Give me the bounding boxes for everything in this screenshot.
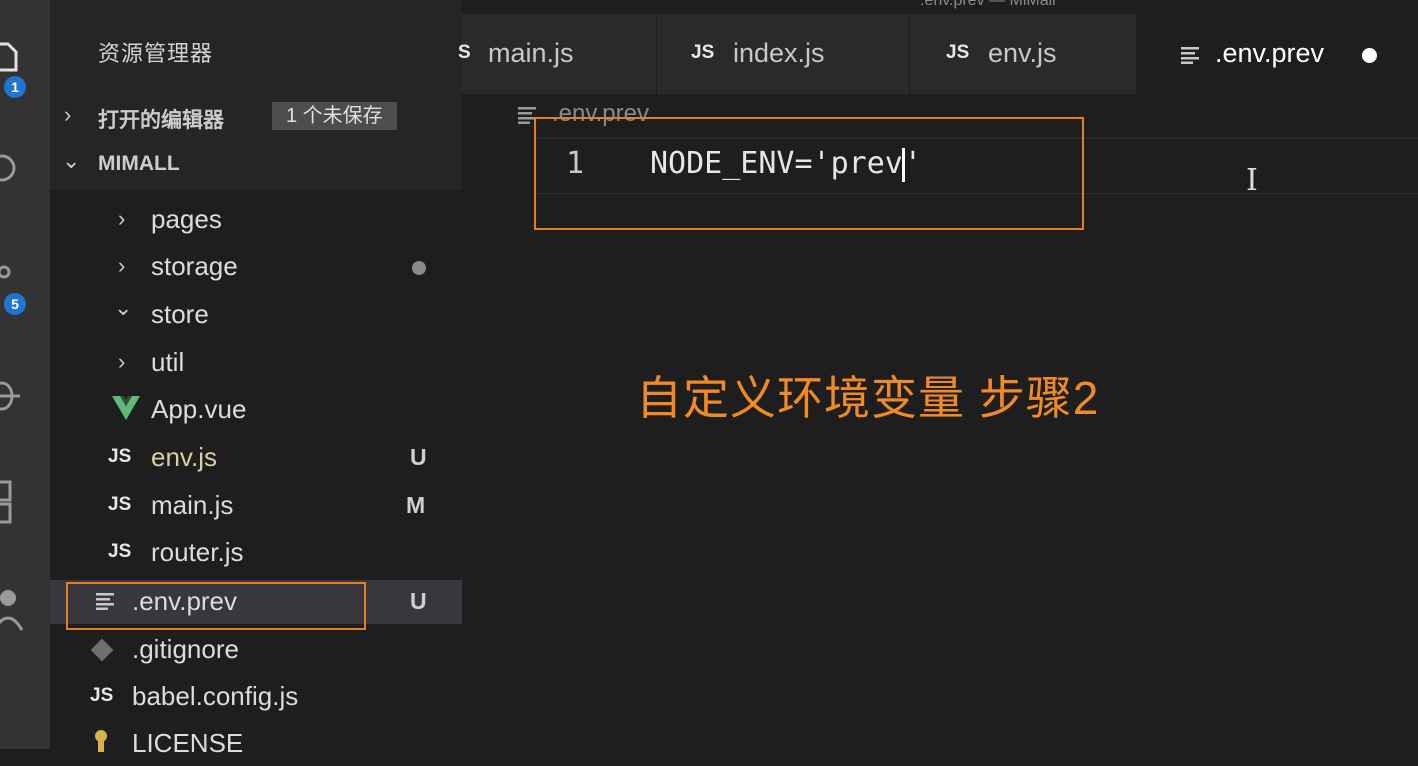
js-file-icon: JS (108, 446, 132, 467)
chevron-right-icon: › (64, 102, 72, 127)
tab-index-js[interactable]: JS index.js (657, 14, 910, 94)
account-icon[interactable] (0, 586, 34, 631)
annotation-text: 自定义环境变量 步骤2 (636, 372, 1100, 424)
chevron-down-icon: ⌄ (114, 295, 133, 320)
chevron-right-icon: › (118, 253, 126, 278)
git-status: M (406, 492, 426, 518)
text-file-icon (1181, 46, 1201, 69)
tree-item-label: LICENSE (132, 728, 244, 758)
tree-item-pages[interactable]: › pages (0, 198, 412, 242)
modified-dot (412, 261, 426, 275)
chevron-right-icon: › (118, 206, 126, 231)
tree-item-label: env.js (151, 442, 217, 472)
tree-item-label: babel.config.js (132, 681, 299, 711)
tree-item-label: .gitignore (132, 634, 239, 664)
tree-item-env-js[interactable]: JS env.js U (0, 436, 427, 480)
tab-label: env.js (988, 38, 1057, 68)
tree-item-gitignore[interactable]: .gitignore (0, 628, 412, 672)
tree-item-license[interactable]: LICENSE (0, 722, 412, 766)
js-file-icon: S (458, 42, 471, 63)
git-status: U (410, 444, 427, 470)
tab-label: main.js (488, 38, 574, 68)
js-file-icon: JS (90, 685, 114, 706)
project-section[interactable]: ⌄ MIMALL (50, 144, 462, 184)
window-title: .env.prev — MiMall (920, 0, 1056, 9)
tree-item-app-vue[interactable]: App.vue (0, 388, 412, 432)
js-file-icon: JS (946, 42, 970, 63)
tree-item-router-js[interactable]: JS router.js (0, 531, 412, 575)
tab-env-js[interactable]: JS env.js (910, 14, 1137, 94)
git-status: U (410, 588, 427, 614)
tab-main-js[interactable]: S main.js (458, 14, 657, 94)
tab-env-prev[interactable]: .env.prev (1137, 14, 1418, 94)
js-file-icon: JS (108, 494, 132, 515)
git-icon (90, 638, 114, 667)
sidebar-title: 资源管理器 (98, 41, 214, 66)
tree-item-label: storage (151, 251, 238, 281)
ibeam-cursor-icon: I (1246, 163, 1258, 198)
tree-item-storage[interactable]: › storage (0, 245, 426, 289)
search-icon[interactable] (0, 150, 34, 190)
tree-item-main-js[interactable]: JS main.js M (0, 484, 425, 528)
js-file-icon: JS (691, 42, 715, 63)
tree-item-label: util (151, 347, 185, 377)
chevron-right-icon: › (118, 349, 126, 374)
editor-tabs: S main.js JS index.js JS env.js .env.pre… (458, 14, 1418, 94)
tree-item-label: router.js (151, 537, 244, 567)
open-editors-section[interactable]: › 打开的编辑器 1 个未保存 (50, 96, 462, 136)
tree-item-babel-config[interactable]: JS babel.config.js (0, 675, 412, 719)
tab-label: index.js (733, 38, 825, 68)
file-highlight-box (66, 582, 366, 630)
chevron-down-icon: ⌄ (62, 148, 81, 173)
tree-item-label: App.vue (151, 394, 247, 424)
license-icon (92, 728, 110, 757)
code-highlight-box (534, 117, 1084, 230)
tree-item-label: pages (151, 204, 222, 234)
unsaved-badge: 1 个未保存 (272, 102, 397, 130)
js-file-icon: JS (108, 541, 132, 562)
unsaved-dot-icon[interactable] (1362, 48, 1377, 63)
tree-item-label: store (151, 299, 209, 329)
tree-item-store[interactable]: ⌄ store (0, 293, 412, 337)
open-editors-label: 打开的编辑器 (98, 109, 224, 132)
project-label: MIMALL (98, 152, 180, 175)
vue-icon (112, 394, 140, 425)
tree-item-label: main.js (151, 490, 234, 520)
explorer-badge: 1 (4, 76, 26, 98)
tree-item-util[interactable]: › util (0, 341, 412, 385)
files-icon[interactable] (0, 40, 34, 80)
tab-label: .env.prev (1215, 38, 1325, 68)
